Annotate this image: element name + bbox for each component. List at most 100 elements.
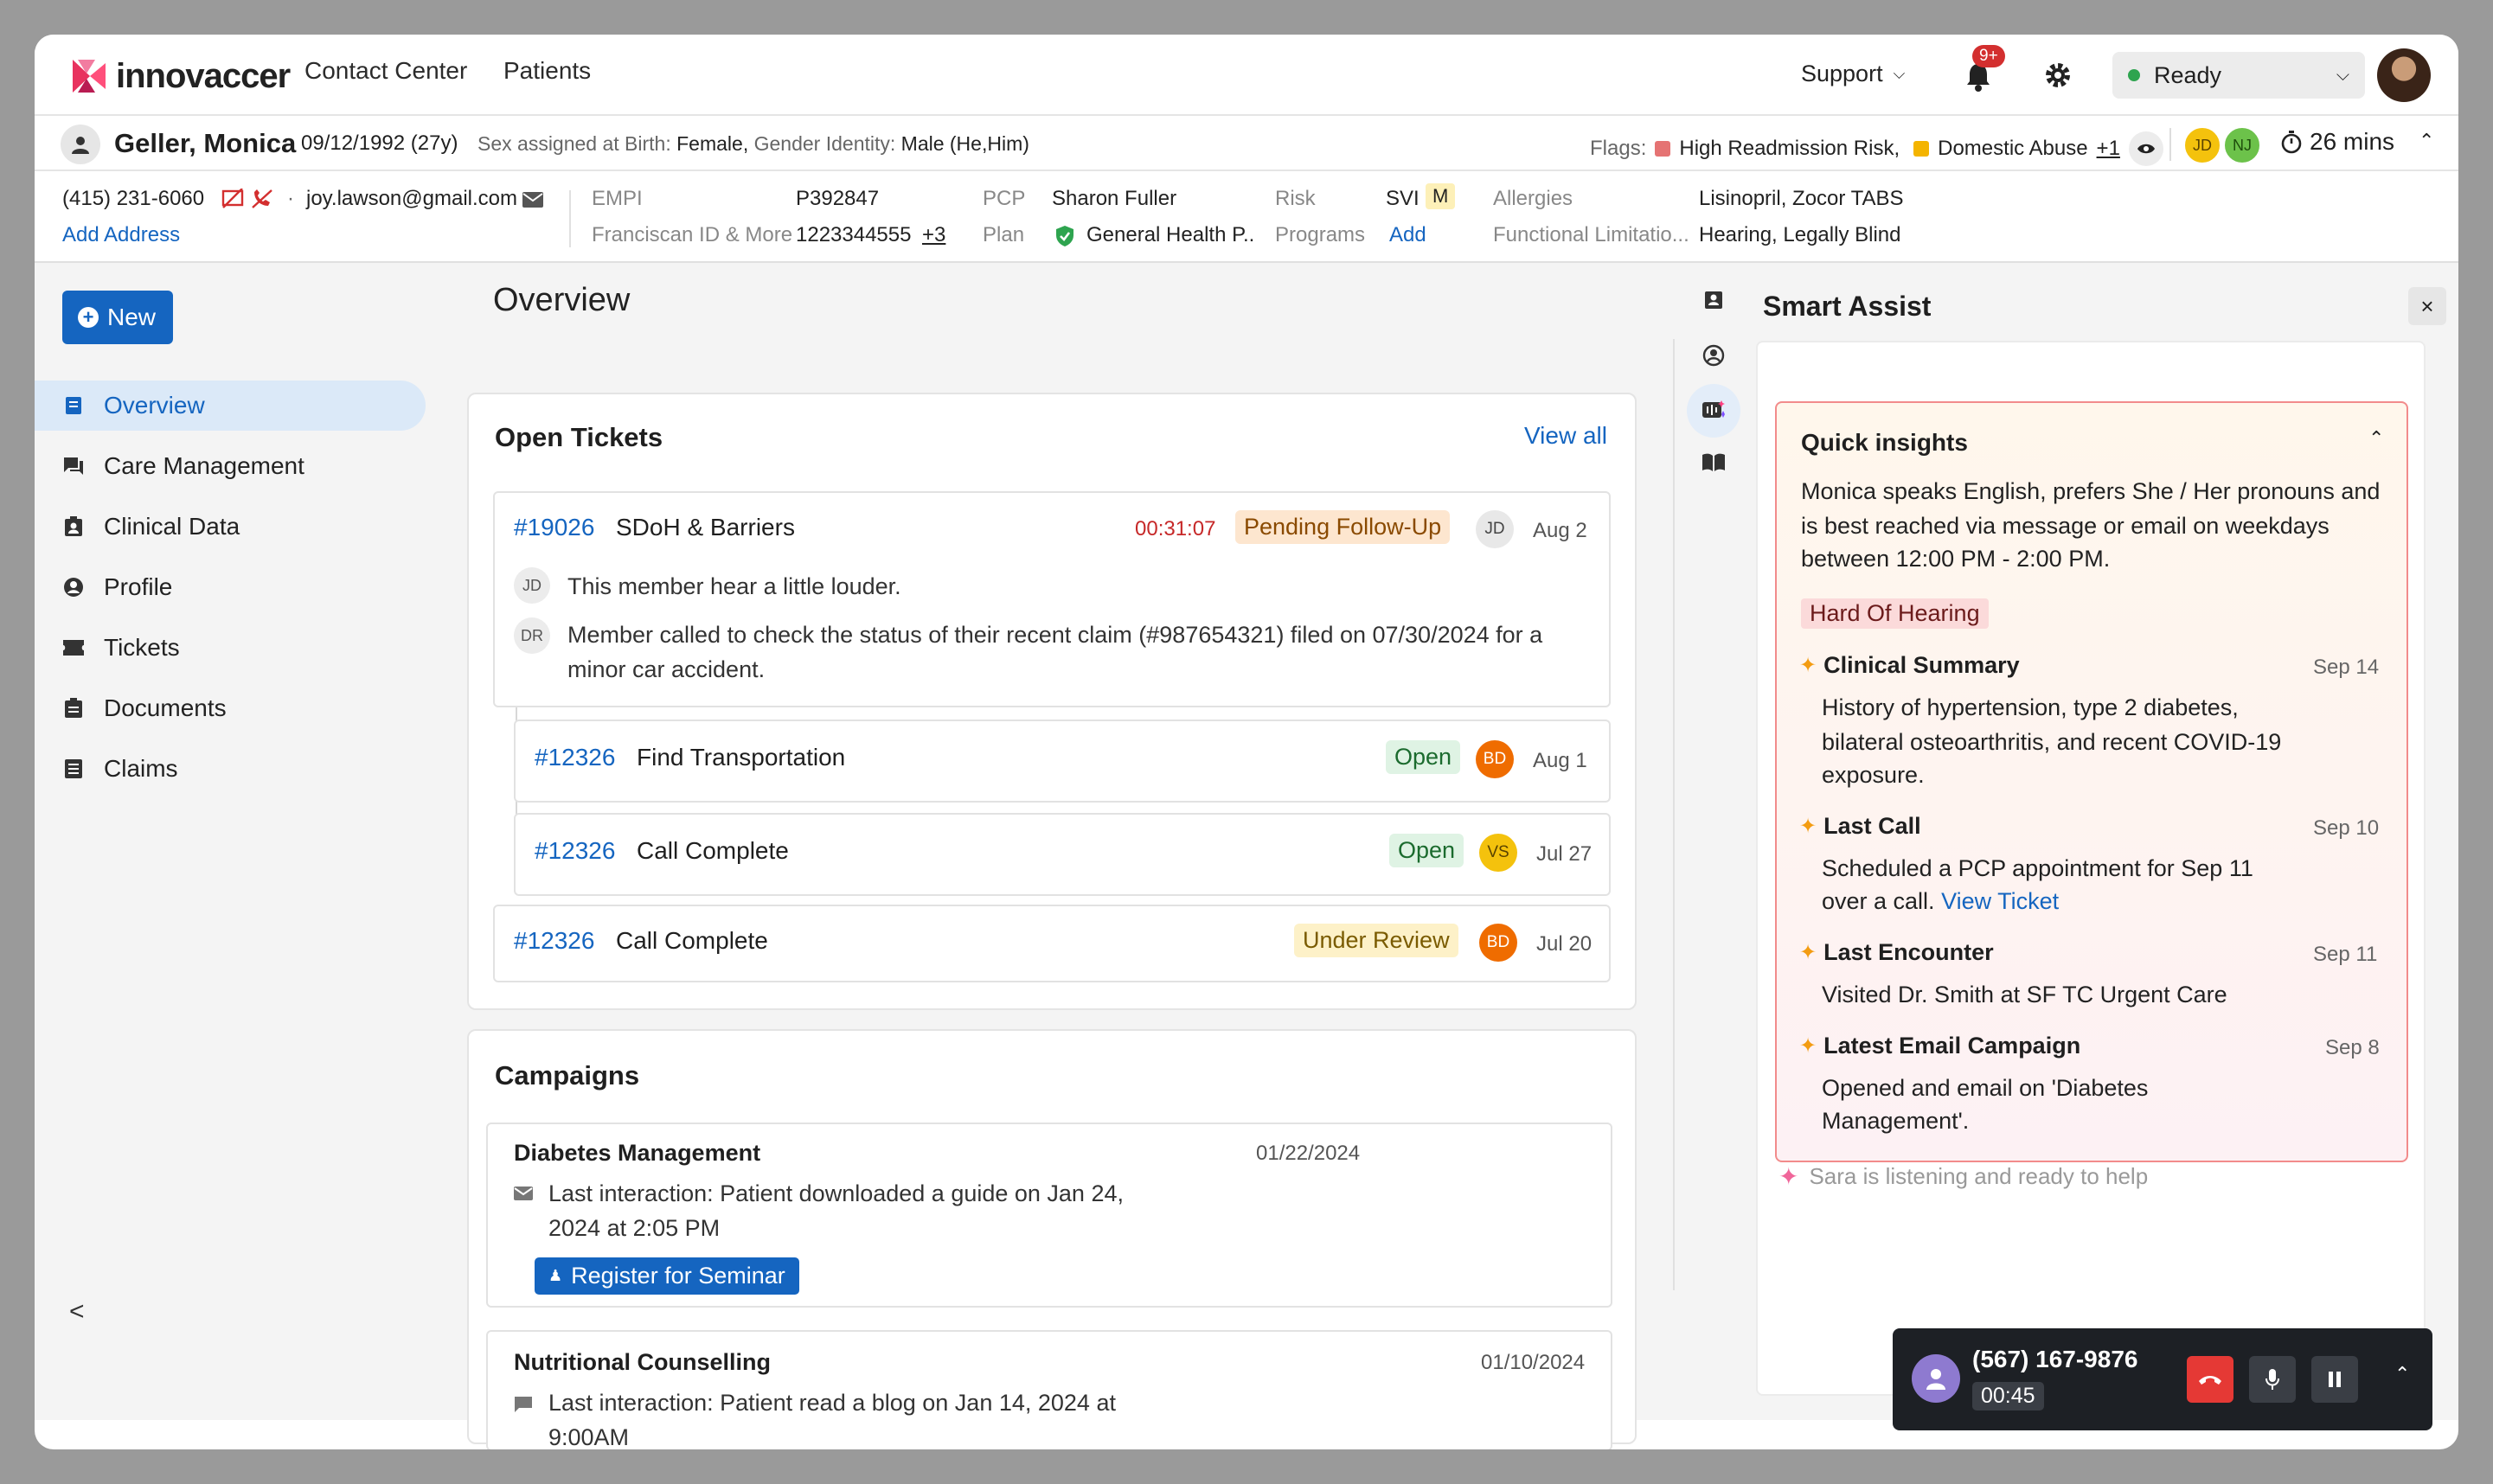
sidebar-item-documents[interactable]: Documents (35, 683, 426, 733)
hold-button[interactable] (2311, 1356, 2358, 1403)
insight-summary-line: Monica speaks English, prefers She / Her… (1801, 478, 2381, 504)
insight-body-line: bilateral osteoarthritis, and recent COV… (1822, 729, 2282, 755)
register-seminar-label: Register for Seminar (571, 1263, 785, 1289)
programs-add-link[interactable]: Add (1389, 223, 1426, 247)
nav-contact-center[interactable]: Contact Center (304, 57, 467, 85)
new-button[interactable]: + New (62, 291, 173, 344)
ticket-name: SDoH & Barriers (616, 514, 795, 541)
ticket-name: Find Transportation (637, 744, 846, 771)
chat-icon (62, 455, 85, 477)
status-badge-pending: Pending Follow-Up (1235, 510, 1451, 544)
active-call-widget: (567) 167-9876 00:45 ⌃ (1893, 1328, 2432, 1430)
patient-bar: Geller, Monica 09/12/1992 (27y) Sex assi… (35, 116, 2458, 171)
caller-avatar (1912, 1354, 1960, 1403)
assignee-avatar-jd[interactable]: JD (2183, 126, 2221, 164)
franciscan-id-label: Franciscan ID & More (592, 223, 793, 246)
support-menu[interactable]: Support ⌵ (1801, 61, 1905, 87)
page-title: Overview (493, 282, 631, 318)
register-seminar-button[interactable]: ♟ Register for Seminar (535, 1257, 799, 1295)
assignee-avatar-nj[interactable]: NJ (2223, 126, 2261, 164)
insight-body-line: Scheduled a PCP appointment for Sep 11 (1822, 855, 2253, 881)
ticket-id-link[interactable]: #12326 (535, 744, 615, 771)
support-label: Support (1801, 61, 1883, 86)
collapse-patient-bar-icon[interactable]: ⌃ (2419, 130, 2434, 152)
gender-label: Gender Identity: (753, 132, 896, 155)
functional-value: Hearing, Legally Blind (1699, 223, 1901, 246)
campaign-name: Nutritional Counselling (514, 1349, 771, 1375)
rail-smart-assist-icon[interactable] (1687, 384, 1740, 438)
ticket-date: Jul 20 (1536, 932, 1593, 956)
divider (1673, 339, 1675, 1290)
plan-label: Plan (983, 223, 1025, 246)
rail-book-icon[interactable] (1695, 445, 1732, 481)
insight-summary-line: between 12:00 PM - 2:00 PM. (1801, 546, 2111, 572)
pcp-label: PCP (983, 187, 1026, 210)
rail-contact-card-icon[interactable] (1695, 282, 1732, 318)
open-tickets-title: Open Tickets (495, 422, 663, 452)
assignee-chip: BD (1479, 924, 1517, 962)
franciscan-id-more[interactable]: +3 (922, 223, 945, 247)
insight-date: Sep 10 (2313, 816, 2380, 840)
hard-of-hearing-tag: Hard Of Hearing (1801, 598, 1989, 629)
view-flags-button[interactable] (2128, 131, 2163, 166)
patient-phone[interactable]: (415) 231-6060 (62, 187, 204, 211)
pause-icon (2329, 1372, 2341, 1387)
gear-icon[interactable] (2043, 61, 2073, 90)
call-duration: 00:45 (1972, 1382, 2044, 1410)
flag-high-readmission: High Readmission Risk, (1679, 137, 1900, 160)
mute-button[interactable] (2249, 1356, 2296, 1403)
insight-title: ✦ Last Call (1799, 813, 1921, 840)
chevron-down-icon: ⌵ (1893, 65, 1906, 82)
sex-label: Sex assigned at Birth: (477, 132, 671, 155)
status-dropdown[interactable]: Ready ⌵ (2112, 52, 2365, 99)
sparkle-icon: ✦ (1799, 815, 1817, 838)
flags-more-link[interactable]: +1 (2097, 137, 2120, 161)
person-add-icon: ♟ (548, 1267, 563, 1284)
franciscan-id-value: 1223344555 (796, 223, 912, 246)
sidebar-item-claims[interactable]: Claims (35, 744, 426, 794)
add-address-link[interactable]: Add Address (62, 223, 180, 247)
patient-avatar (61, 125, 100, 164)
plan-value[interactable]: General Health P.. (1086, 223, 1254, 247)
collapse-sidebar-icon[interactable]: < (69, 1297, 85, 1327)
sidebar-item-clinical-data[interactable]: Clinical Data (35, 502, 426, 552)
ticket-id-link[interactable]: #12326 (514, 927, 594, 955)
insight-title: ✦ Latest Email Campaign (1799, 1033, 2080, 1059)
smart-assist-title: Smart Assist (1763, 291, 1932, 322)
insight-title-text: Last Encounter (1823, 939, 1994, 965)
sidebar-item-overview[interactable]: Overview (35, 381, 426, 431)
ticket-date: Aug 2 (1533, 519, 1587, 542)
ticket-id-link[interactable]: #19026 (514, 514, 594, 541)
insight-date: Sep 8 (2325, 1036, 2380, 1059)
flag-domestic-abuse-marker (1913, 141, 1930, 157)
separator-dot: · (287, 187, 294, 210)
insight-title-text: Latest Email Campaign (1823, 1033, 2081, 1059)
sidebar-item-tickets[interactable]: Tickets (35, 623, 426, 673)
ticket-icon (62, 636, 85, 659)
flags-label: Flags: (1590, 137, 1647, 160)
sidebar-item-label: Claims (104, 755, 178, 782)
patient-dob: 09/12/1992 (27y) (301, 131, 458, 155)
nav-patients[interactable]: Patients (503, 57, 591, 85)
hang-up-icon (2199, 1376, 2221, 1385)
view-all-tickets-link[interactable]: View all (1524, 422, 1607, 450)
sidebar-item-care-management[interactable]: Care Management (35, 441, 426, 491)
view-ticket-link[interactable]: View Ticket (1941, 888, 2059, 914)
insight-title-text: Clinical Summary (1823, 652, 2020, 678)
close-icon[interactable]: × (2408, 287, 2446, 325)
status-label: Ready (2154, 61, 2222, 88)
sparkle-icon: ✦ (1799, 941, 1817, 964)
sidebar-item-profile[interactable]: Profile (35, 562, 426, 612)
logo[interactable]: innovaccer (69, 52, 291, 100)
ticket-id-link[interactable]: #12326 (535, 837, 615, 865)
end-call-button[interactable] (2187, 1356, 2233, 1403)
user-avatar[interactable] (2377, 48, 2431, 102)
allergies-value: Lisinopril, Zocor TABS (1699, 187, 1904, 210)
patient-email[interactable]: joy.lawson@gmail.com (306, 187, 517, 211)
expand-call-icon[interactable]: ⌃ (2394, 1363, 2410, 1385)
campaign-interaction: Last interaction: Patient read a blog on… (548, 1390, 1116, 1449)
comment-text: Member called to check the status of the… (567, 622, 1543, 682)
rail-profile-icon[interactable] (1695, 337, 1732, 374)
collapse-insights-icon[interactable]: ⌃ (2368, 427, 2384, 450)
insight-summary-line: is best reached via message or email on … (1801, 513, 2330, 539)
